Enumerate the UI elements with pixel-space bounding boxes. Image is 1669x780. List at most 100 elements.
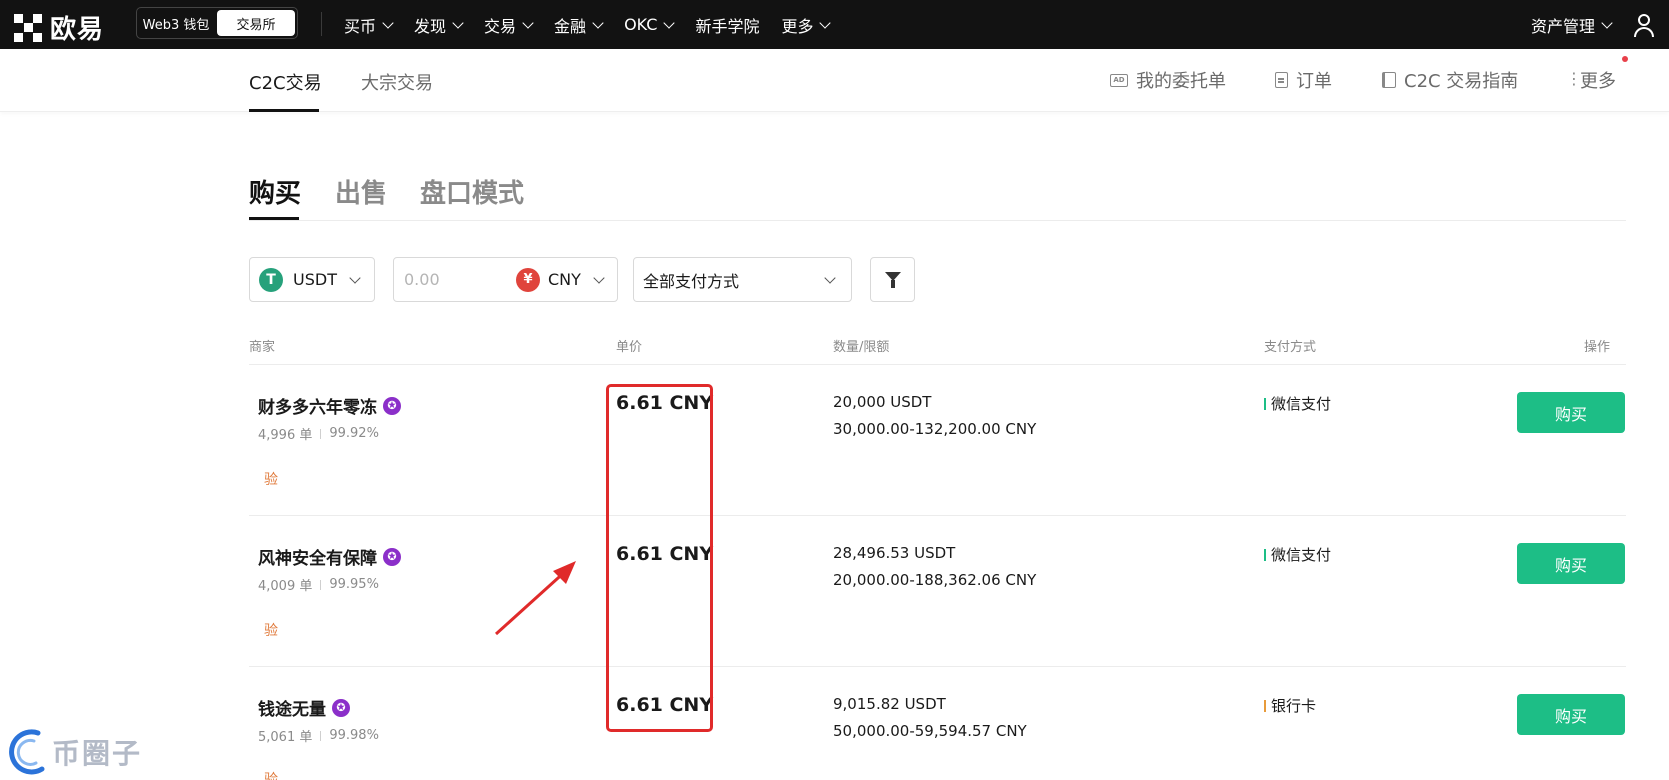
fiat-value[interactable]: CNY (548, 270, 581, 289)
annotation-arrow-icon (494, 561, 576, 636)
exchange-toggle[interactable]: 交易所 (217, 10, 295, 36)
order-limit: 30,000.00-132,200.00 CNY (833, 420, 1037, 438)
tab-sell[interactable]: 出售 (335, 173, 387, 210)
price-highlight-box (606, 384, 713, 732)
nav-label: OKC (624, 15, 658, 34)
verify-tag: 验 (264, 772, 278, 780)
order-count: 4,996 单 (258, 428, 313, 443)
payment-label: 银行卡 (1271, 697, 1317, 715)
order-count: 5,061 单 (258, 730, 313, 745)
tab-buy[interactable]: 购买 (249, 173, 301, 210)
coin-value: USDT (293, 270, 337, 289)
tab-c2c[interactable]: C2C交易 (249, 69, 322, 95)
wallet-exchange-switch: Web3 钱包 交易所 (136, 7, 298, 39)
chevron-down-icon (382, 16, 394, 29)
ad-icon: AD (1110, 73, 1128, 87)
watermark-text: 币圈子 (52, 737, 143, 770)
chevron-down-icon (663, 16, 676, 29)
more-label: 更多 (1580, 71, 1616, 92)
header-payment: 支付方式 (1264, 340, 1317, 355)
verified-merchant-badge-icon: ✪ (383, 396, 401, 415)
chevron-down-icon (593, 271, 605, 284)
c2c-guide-link[interactable]: C2C 交易指南 (1382, 67, 1518, 93)
verify-tag: 验 (264, 472, 278, 488)
nav-finance[interactable]: 金融 (554, 13, 604, 37)
nav-discover[interactable]: 发现 (414, 13, 464, 37)
divider (249, 666, 1626, 667)
chevron-down-icon (1601, 16, 1613, 29)
merchant-name-link[interactable]: 财多多六年零冻 ✪ (258, 393, 401, 418)
more-link[interactable]: 更多 (1566, 67, 1616, 93)
okx-logo-icon (14, 13, 42, 42)
notification-dot (1622, 56, 1628, 62)
buy-button[interactable]: 购买 (1517, 543, 1625, 584)
chevron-down-icon (819, 16, 832, 29)
available-quantity: 9,015.82 USDT (833, 695, 946, 713)
amount-fiat-group: 0.00 ¥ CNY (393, 257, 618, 302)
nav-label: 交易 (484, 16, 517, 36)
bank-card-icon (1264, 699, 1266, 712)
payment-method: 银行卡 (1264, 695, 1316, 716)
merchant-name-link[interactable]: 钱途无量 ✪ (258, 695, 350, 720)
order-limit: 50,000.00-59,594.57 CNY (833, 722, 1027, 740)
cny-icon: ¥ (516, 267, 540, 292)
order-count: 4,009 单 (258, 579, 313, 594)
brand-name: 欧易 (50, 15, 105, 45)
buy-button[interactable]: 购买 (1517, 392, 1625, 433)
more-vertical-icon (1566, 69, 1582, 88)
orders-link[interactable]: 订单 (1275, 67, 1332, 93)
nav-label: 新手学院 (695, 16, 760, 36)
payment-label: 微信支付 (1271, 395, 1332, 413)
tab-orderbook-mode[interactable]: 盘口模式 (420, 173, 524, 210)
verified-merchant-badge-icon: ✪ (332, 698, 350, 717)
payment-method-select[interactable]: 全部支付方式 (633, 257, 852, 302)
sub-nav: C2C交易 大宗交易 AD 我的委托单 订单 C2C 交易指南 更多 (0, 49, 1669, 112)
chevron-down-icon (452, 16, 464, 29)
buy-button[interactable]: 购买 (1517, 694, 1625, 735)
wechat-pay-icon (1264, 548, 1266, 561)
amount-input[interactable]: 0.00 (404, 270, 516, 289)
merchant-stats: 5,061 单 99.98% (258, 726, 379, 745)
completion-rate: 99.95% (329, 577, 379, 592)
verified-merchant-badge-icon: ✪ (383, 547, 401, 566)
tab-block-trade[interactable]: 大宗交易 (361, 69, 433, 95)
nav-okc[interactable]: OKC (624, 15, 676, 34)
divider (249, 220, 1626, 221)
header-quantity: 数量/限额 (833, 340, 890, 355)
merchant-name: 钱途无量 (258, 700, 326, 720)
completion-rate: 99.92% (329, 426, 379, 441)
filter-button[interactable] (870, 257, 915, 302)
nav-more[interactable]: 更多 (781, 13, 832, 37)
brand-logo[interactable]: 欧易 (14, 9, 104, 46)
payment-method: 微信支付 (1264, 544, 1331, 565)
merchant-stats: 4,009 单 99.95% (258, 575, 379, 594)
nav-trade[interactable]: 交易 (484, 13, 534, 37)
verify-tag: 验 (264, 623, 278, 639)
completion-rate: 99.98% (329, 728, 379, 743)
web3-wallet-toggle[interactable]: Web3 钱包 (137, 8, 215, 38)
coin-select[interactable]: T USDT (249, 257, 375, 302)
nav-academy[interactable]: 新手学院 (695, 13, 759, 37)
nav-buy-crypto[interactable]: 买币 (344, 13, 394, 37)
nav-divider (321, 12, 322, 36)
nav-right: 资产管理 (1531, 0, 1655, 49)
my-orders-link[interactable]: AD 我的委托单 (1110, 67, 1226, 93)
active-tab-indicator (249, 109, 319, 112)
chevron-down-icon (522, 16, 534, 29)
orders-label: 订单 (1296, 71, 1332, 92)
main-menu: 买币 发现 交易 金融 OKC 新手学院 更多 (344, 0, 832, 49)
nav-label: 金融 (554, 16, 587, 36)
wechat-pay-icon (1264, 397, 1266, 410)
payment-label: 微信支付 (1271, 546, 1332, 564)
merchant-name: 财多多六年零冻 (258, 398, 377, 418)
merchant-name: 风神安全有保障 (258, 549, 377, 569)
user-icon[interactable] (1633, 13, 1655, 37)
order-limit: 20,000.00-188,362.06 CNY (833, 571, 1037, 589)
my-orders-label: 我的委托单 (1136, 71, 1226, 92)
payment-method-value: 全部支付方式 (643, 271, 740, 291)
header-merchant: 商家 (249, 340, 276, 355)
divider (249, 364, 1626, 365)
merchant-name-link[interactable]: 风神安全有保障 ✪ (258, 544, 401, 569)
asset-management-menu[interactable]: 资产管理 (1531, 13, 1613, 37)
filter-icon (884, 271, 901, 288)
